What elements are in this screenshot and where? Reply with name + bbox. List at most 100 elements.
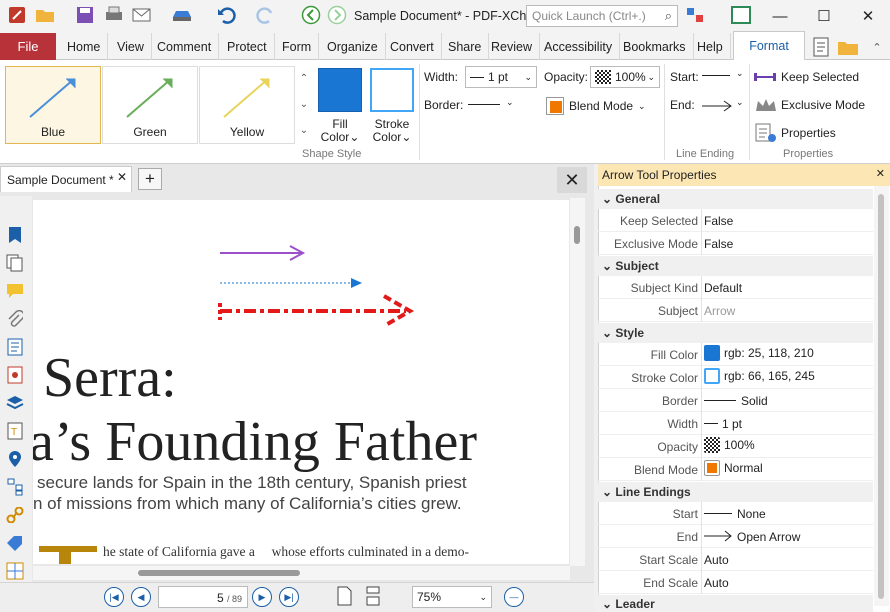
print-icon[interactable] — [103, 4, 125, 26]
preset-scroll[interactable]: ⌃ ⌄ ⌄ — [297, 66, 311, 144]
file-menu[interactable]: File — [0, 33, 56, 60]
row-width[interactable]: Width 1 pt — [598, 412, 873, 435]
scan-icon[interactable] — [171, 4, 193, 26]
stroke-color-button[interactable]: Stroke Color⌄ — [367, 118, 417, 144]
open-folder-icon[interactable] — [34, 4, 56, 26]
measure-icon[interactable] — [4, 560, 26, 582]
signatures-icon[interactable] — [4, 364, 26, 386]
row-start-scale[interactable]: Start Scale Auto — [598, 548, 873, 571]
close-tab-icon[interactable]: ✕ — [117, 170, 127, 184]
continuous-page-icon[interactable] — [364, 586, 382, 606]
fullscreen-icon[interactable] — [730, 4, 752, 26]
section-subject[interactable]: ⌄ Subject — [598, 256, 873, 276]
row-value[interactable]: rgb: 66, 165, 245 — [724, 369, 815, 383]
redo-icon[interactable] — [254, 4, 276, 26]
zoom-out-button[interactable]: — — [504, 587, 524, 607]
row-subject[interactable]: Subject Arrow — [598, 299, 873, 322]
page-number-field[interactable]: 5 / 89 — [158, 586, 248, 608]
tab-convert[interactable]: Convert — [383, 33, 442, 60]
row-value[interactable]: Normal — [724, 461, 763, 475]
folders-icon[interactable] — [837, 36, 859, 58]
close-document-button[interactable]: ✕ — [557, 167, 587, 193]
email-icon[interactable] — [131, 4, 153, 26]
attachment-icon[interactable] — [4, 308, 26, 330]
start-ending-dropdown[interactable]: ⌄ — [702, 67, 746, 87]
preset-blue[interactable]: Blue — [5, 66, 101, 144]
section-general[interactable]: ⌄ General — [598, 189, 873, 209]
row-keep-selected[interactable]: Keep Selected False — [598, 209, 873, 232]
tools-icon[interactable] — [684, 4, 706, 26]
pages-icon[interactable] — [4, 252, 26, 274]
document-icon[interactable] — [810, 36, 832, 58]
row-value[interactable]: None — [737, 507, 766, 521]
scroll-thumb[interactable] — [138, 570, 300, 576]
row-fill-color[interactable]: Fill Color rgb: 25, 118, 210 — [598, 343, 873, 366]
row-end[interactable]: End Open Arrow — [598, 525, 873, 548]
preset-yellow[interactable]: Yellow — [199, 66, 295, 144]
structure-icon[interactable] — [4, 476, 26, 498]
collapse-ribbon-icon[interactable]: ⌃ — [866, 36, 888, 58]
layers-icon[interactable] — [4, 392, 26, 414]
minimize-button[interactable]: — — [760, 4, 800, 28]
horizontal-scrollbar[interactable] — [33, 566, 570, 580]
tags-icon[interactable]: T — [4, 420, 26, 442]
section-style[interactable]: ⌄ Style — [598, 323, 873, 343]
tag-icon[interactable] — [4, 532, 26, 554]
fill-color-swatch[interactable] — [318, 68, 362, 112]
row-end-scale[interactable]: End Scale Auto — [598, 571, 873, 594]
row-value[interactable]: False — [704, 237, 733, 251]
close-panel-icon[interactable]: ✕ — [876, 167, 885, 180]
scroll-thumb[interactable] — [878, 194, 884, 599]
vertical-scrollbar[interactable] — [570, 198, 585, 566]
section-leader[interactable]: ⌄ Leader — [598, 595, 873, 612]
tab-comment[interactable]: Comment — [150, 33, 220, 60]
next-page-button[interactable]: ▶ — [252, 587, 272, 607]
row-value[interactable]: False — [704, 214, 733, 228]
row-value[interactable]: Arrow — [704, 304, 735, 318]
tab-home[interactable]: Home — [60, 33, 109, 60]
preset-green[interactable]: Green — [102, 66, 198, 144]
purple-arrow[interactable] — [218, 244, 308, 262]
zoom-dropdown[interactable]: 75% ⌄ — [412, 586, 492, 608]
row-stroke-color[interactable]: Stroke Color rgb: 66, 165, 245 — [598, 366, 873, 389]
blend-mode-button[interactable]: Blend Mode ⌄ — [546, 96, 656, 116]
row-value[interactable]: rgb: 25, 118, 210 — [724, 346, 814, 360]
row-border[interactable]: Border Solid — [598, 389, 873, 412]
tab-format[interactable]: Format — [733, 31, 805, 60]
close-button[interactable]: ✕ — [848, 4, 888, 28]
opacity-dropdown[interactable]: 100% ⌄ — [590, 66, 660, 88]
row-value[interactable]: Auto — [704, 576, 729, 590]
blue-dashed-arrow[interactable] — [218, 277, 368, 289]
tab-share[interactable]: Share — [441, 33, 490, 60]
back-icon[interactable] — [300, 4, 322, 26]
tab-form[interactable]: Form — [275, 33, 320, 60]
fill-color-button[interactable]: Fill Color⌄ — [318, 118, 362, 144]
stroke-color-swatch[interactable] — [370, 68, 414, 112]
row-start[interactable]: Start None — [598, 502, 873, 525]
single-page-icon[interactable] — [336, 586, 354, 606]
row-value[interactable]: Auto — [704, 553, 729, 567]
tab-help[interactable]: Help — [690, 33, 731, 60]
row-value[interactable]: Solid — [741, 394, 768, 408]
row-value[interactable]: 1 pt — [722, 417, 742, 431]
row-value[interactable]: Default — [704, 281, 742, 295]
red-dashed-arrow[interactable] — [218, 292, 418, 330]
row-value[interactable]: Open Arrow — [737, 530, 800, 544]
row-exclusive-mode[interactable]: Exclusive Mode False — [598, 232, 873, 255]
tab-bookmarks[interactable]: Bookmarks — [616, 33, 694, 60]
maximize-button[interactable]: ☐ — [804, 4, 844, 28]
tab-view[interactable]: View — [110, 33, 152, 60]
quick-launch-input[interactable]: Quick Launch (Ctrl+.) ⌕ — [526, 5, 678, 27]
new-tab-button[interactable]: + — [138, 168, 162, 190]
prev-page-button[interactable]: ◀ — [131, 587, 151, 607]
section-line-endings[interactable]: ⌄ Line Endings — [598, 482, 873, 502]
tab-protect[interactable]: Protect — [220, 33, 275, 60]
border-dropdown[interactable]: ⌄ — [468, 96, 516, 116]
row-blend-mode[interactable]: Blend Mode Normal — [598, 458, 873, 481]
save-icon[interactable] — [74, 4, 96, 26]
panel-scrollbar[interactable] — [874, 186, 889, 606]
tab-organize[interactable]: Organize — [320, 33, 386, 60]
keep-selected-button[interactable]: Keep Selected — [754, 68, 859, 86]
last-page-button[interactable]: ▶| — [279, 587, 299, 607]
width-dropdown[interactable]: 1 pt ⌄ — [465, 66, 537, 88]
